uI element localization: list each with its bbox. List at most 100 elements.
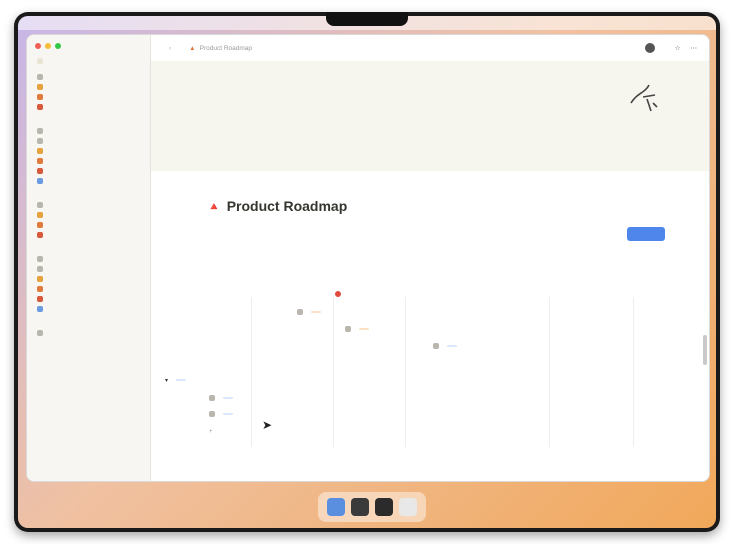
- timeline-task[interactable]: [209, 409, 233, 419]
- scrollbar[interactable]: [703, 335, 707, 365]
- sidebar-item-favorite[interactable]: [37, 157, 47, 165]
- sidebar-item[interactable]: [37, 93, 47, 101]
- timeline-header: [165, 279, 701, 293]
- page-icon: [37, 330, 43, 336]
- chevron-down-icon[interactable]: ▾: [165, 377, 168, 384]
- sidebar-item-shared[interactable]: [37, 285, 47, 293]
- page-icon: [37, 94, 43, 100]
- more-icon[interactable]: ⋯: [691, 44, 698, 52]
- sidebar-item-shared[interactable]: [37, 295, 47, 303]
- timeline-gridline: [251, 297, 252, 447]
- status-badge: [223, 413, 233, 415]
- page-icon: [37, 178, 43, 184]
- task-icon: [209, 411, 215, 417]
- plus-icon: +: [209, 429, 213, 435]
- app-icon[interactable]: [351, 498, 369, 516]
- back-arrow-icon[interactable]: ‹: [169, 45, 171, 52]
- sidebar-item-favorite[interactable]: [37, 177, 47, 185]
- timeline-view: ▾ +: [165, 279, 701, 447]
- zoom-window-icon[interactable]: [55, 43, 61, 49]
- new-button[interactable]: [627, 227, 665, 241]
- close-window-icon[interactable]: [35, 43, 41, 49]
- timeline-gridline: [633, 297, 634, 447]
- page-icon: [37, 202, 43, 208]
- sidebar-item-private[interactable]: [37, 329, 47, 337]
- page-icon: [37, 158, 43, 164]
- page-icon: [37, 74, 43, 80]
- status-badge: [447, 345, 457, 347]
- page-icon: [37, 306, 43, 312]
- sidebar: [27, 35, 151, 481]
- task-icon: [209, 395, 215, 401]
- today-marker: [335, 291, 341, 297]
- sidebar-item-shared[interactable]: [37, 275, 47, 283]
- sidebar-item-favorite[interactable]: [37, 147, 47, 155]
- page-area: ‹ ▲ Product Roadmap ☆ ⋯ 🔺 Product Roadma…: [151, 35, 709, 481]
- page-icon: [37, 266, 43, 272]
- sidebar-item[interactable]: [37, 83, 47, 91]
- notion-window: ‹ ▲ Product Roadmap ☆ ⋯ 🔺 Product Roadma…: [26, 34, 710, 482]
- sidebar-item-teamspace[interactable]: [37, 201, 47, 209]
- finder-icon[interactable]: [327, 498, 345, 516]
- page-icon: [37, 222, 43, 228]
- timeline-task[interactable]: [345, 324, 369, 334]
- sidebar-item-teamspace[interactable]: [37, 231, 47, 239]
- cover-illustration: [630, 84, 658, 112]
- notion-app-icon[interactable]: [375, 498, 393, 516]
- page-icon: [37, 104, 43, 110]
- new-row-button[interactable]: +: [209, 427, 217, 437]
- page-icon: [37, 128, 43, 134]
- timeline-group-row[interactable]: ▾: [165, 375, 187, 385]
- page-title[interactable]: 🔺 Product Roadmap: [207, 198, 347, 214]
- sidebar-item-shared[interactable]: [37, 305, 47, 313]
- sidebar-item-shared[interactable]: [37, 265, 47, 273]
- page-icon: [37, 276, 43, 282]
- page-cover[interactable]: [151, 61, 709, 171]
- page-icon: [37, 84, 43, 90]
- minimize-window-icon[interactable]: [45, 43, 51, 49]
- sidebar-item-teamspace[interactable]: [37, 221, 47, 229]
- sidebar-item-favorite[interactable]: [37, 137, 47, 145]
- timeline-task[interactable]: [433, 341, 457, 351]
- status-badge: [311, 311, 321, 313]
- status-badge: [223, 397, 233, 399]
- breadcrumb: ▲ Product Roadmap: [185, 45, 252, 52]
- workspace-switcher[interactable]: [37, 57, 47, 65]
- mouse-pointer-icon: ➤: [262, 418, 273, 432]
- timeline-task[interactable]: [209, 393, 233, 403]
- window-controls: [35, 43, 61, 49]
- camera-notch: [326, 12, 408, 26]
- page-icon: [37, 138, 43, 144]
- sidebar-item-teamspace[interactable]: [37, 211, 47, 219]
- avatar[interactable]: [644, 43, 655, 53]
- timeline-gridline: [405, 297, 406, 447]
- dock: [318, 492, 426, 522]
- sidebar-item-favorite[interactable]: [37, 127, 47, 135]
- trash-icon[interactable]: [399, 498, 417, 516]
- task-icon: [297, 309, 303, 315]
- page-icon: [37, 212, 43, 218]
- timeline-gridline: [333, 297, 334, 447]
- top-bar: ‹ ▲ Product Roadmap ☆ ⋯: [151, 35, 709, 61]
- page-icon: [37, 148, 43, 154]
- timeline-gridline: [549, 297, 550, 447]
- workspace-icon: [37, 58, 43, 64]
- status-badge: [359, 328, 369, 330]
- star-icon[interactable]: ☆: [675, 44, 681, 52]
- sidebar-item-favorite[interactable]: [37, 167, 47, 175]
- breadcrumb-current[interactable]: Product Roadmap: [200, 45, 252, 52]
- group-count-badge: [176, 379, 187, 381]
- page-icon: [37, 296, 43, 302]
- page-icon: [37, 286, 43, 292]
- task-icon: [433, 343, 439, 349]
- device-frame: ‹ ▲ Product Roadmap ☆ ⋯ 🔺 Product Roadma…: [14, 12, 720, 532]
- sidebar-item[interactable]: [37, 73, 47, 81]
- page-icon: [37, 232, 43, 238]
- desktop-wallpaper: ‹ ▲ Product Roadmap ☆ ⋯ 🔺 Product Roadma…: [18, 16, 716, 528]
- page-icon: [37, 256, 43, 262]
- sidebar-item-shared[interactable]: [37, 255, 47, 263]
- page-emoji-icon[interactable]: 🔺: [207, 200, 221, 213]
- timeline-task[interactable]: [297, 307, 321, 317]
- sidebar-item[interactable]: [37, 103, 47, 111]
- page-icon: [37, 168, 43, 174]
